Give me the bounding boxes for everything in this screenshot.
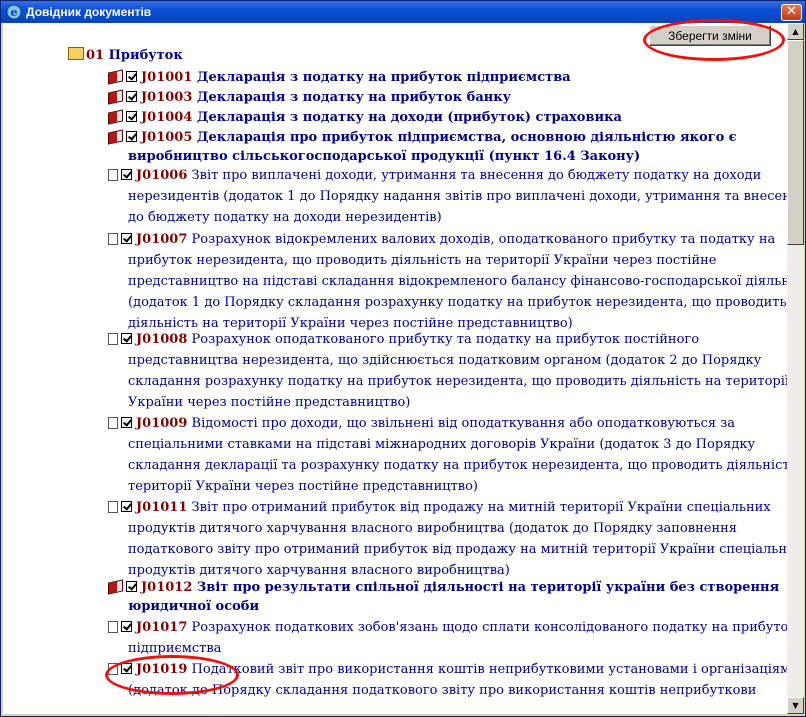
document-title-text: продуктів дитячого харчування власного в… — [128, 521, 737, 536]
document-title-text: Розрахунок відокремлених валових доходів… — [191, 232, 776, 247]
document-title-text: території України через постійне предста… — [128, 479, 478, 494]
document-code: J01017 — [136, 620, 188, 635]
document-title-text: Звіт про результати спільної діяльності … — [196, 580, 780, 595]
document-code: J01009 — [136, 416, 188, 431]
include-checkbox[interactable] — [126, 71, 137, 82]
documents-directory-window: e Довідник документів ✕ 01 Прибуток J010… — [0, 0, 806, 717]
scroll-thumb[interactable] — [787, 40, 804, 245]
book-icon — [108, 578, 123, 595]
svg-text:e: e — [11, 6, 18, 19]
document-title-text: представництво на підставі складання від… — [128, 274, 787, 289]
include-checkbox[interactable] — [121, 417, 132, 428]
close-icon[interactable]: ✕ — [781, 4, 802, 21]
document-code: J01012 — [141, 580, 193, 595]
document-title-text: Розрахунок податкових зобов'язань щодо с… — [191, 620, 787, 635]
document-title-text: (додаток до Порядку складання податковог… — [128, 683, 757, 698]
include-checkbox[interactable] — [121, 621, 132, 632]
include-checkbox[interactable] — [121, 333, 132, 344]
document-title-text: складання розрахунку податку на прибуток… — [128, 374, 787, 389]
document-title-text: Розрахунок оподаткованого прибутку та по… — [191, 332, 700, 347]
document-title-text: представництва нерезидента, що здійснюєт… — [128, 353, 762, 368]
document-code: J01008 — [136, 332, 188, 347]
open-book-icon — [68, 47, 84, 60]
include-checkbox[interactable] — [121, 233, 132, 244]
document-icon — [108, 232, 118, 245]
document-title-text: підприємства — [128, 641, 222, 656]
title-bar[interactable]: e Довідник документів ✕ — [1, 1, 805, 23]
document-icon — [108, 416, 118, 429]
document-icon — [108, 620, 118, 633]
include-checkbox[interactable] — [121, 663, 132, 674]
section-name: Прибуток — [108, 48, 183, 63]
scroll-down-arrow-icon[interactable]: ▼ — [787, 697, 804, 714]
book-icon — [108, 108, 123, 125]
document-title-text: (додаток 1 до Порядку складання розрахун… — [128, 295, 787, 310]
document-icon — [108, 332, 118, 345]
document-title-text: Декларація з податку на прибуток підприє… — [196, 70, 571, 85]
document-icon — [108, 662, 118, 675]
document-icon — [108, 168, 118, 181]
vertical-scrollbar[interactable]: ▲ ▼ — [787, 23, 804, 714]
document-title-text: прибуток нерезидента, що проводить діяль… — [128, 253, 717, 268]
document-code: J01006 — [136, 168, 188, 183]
window-title: Довідник документів — [26, 5, 152, 19]
document-title-text: продуктів дитячого харчування власного в… — [128, 563, 510, 578]
section-header[interactable]: 01 Прибуток — [68, 46, 183, 63]
document-title-text: юридичної особи — [128, 599, 260, 614]
document-title-text: виробництво сільськогосподарської продук… — [128, 149, 641, 164]
document-title-text: діяльність на території України через по… — [128, 316, 573, 331]
document-title-text: Декларація з податку на доходи (прибуток… — [196, 110, 622, 125]
include-checkbox[interactable] — [126, 91, 137, 102]
document-title-text: спеціальними ставками на підставі міжнар… — [128, 437, 756, 452]
document-title-text: Декларація з податку на прибуток банку — [196, 90, 511, 105]
document-title-text: Відомості про доходи, що звільнені від о… — [191, 416, 736, 431]
document-icon — [108, 500, 118, 513]
document-code: J01007 — [136, 232, 188, 247]
include-checkbox[interactable] — [121, 169, 132, 180]
book-icon — [108, 68, 123, 85]
document-code: J01001 — [141, 70, 193, 85]
document-code: J01011 — [136, 500, 188, 515]
include-checkbox[interactable] — [126, 131, 137, 142]
save-changes-button[interactable]: Зберегти зміни — [649, 25, 771, 46]
document-title-text: Звіт про виплачені доходи, утримання та … — [191, 168, 762, 183]
document-title-text: податкового звіту про отриманий прибуток… — [128, 542, 787, 557]
internet-explorer-icon: e — [6, 4, 22, 20]
book-icon — [108, 128, 123, 145]
document-title-text: Звіт про отриманий прибуток від продажу … — [191, 500, 771, 515]
scroll-up-arrow-icon[interactable]: ▲ — [787, 23, 804, 40]
document-title-text: до бюджету податку на доходи нерезиденті… — [128, 210, 442, 225]
include-checkbox[interactable] — [126, 581, 137, 592]
document-code: J01004 — [141, 110, 193, 125]
document-code: J01005 — [141, 130, 193, 145]
document-title-text: нерезидентів (додаток 1 до Порядку надан… — [128, 189, 787, 204]
include-checkbox[interactable] — [126, 111, 137, 122]
document-title-text: Податковий звіт про використання коштів … — [191, 662, 787, 677]
document-code: J01003 — [141, 90, 193, 105]
document-title-text: України через постійне представництво) — [128, 395, 411, 410]
include-checkbox[interactable] — [121, 501, 132, 512]
documents-list-pane: 01 Прибуток J01001 Декларація з податку … — [3, 23, 787, 714]
book-icon — [108, 88, 123, 105]
document-title-text: Декларація про прибуток підприємства, ос… — [196, 130, 737, 145]
document-code: J01019 — [136, 662, 188, 677]
document-title-text: складання декларації та розрахунку подат… — [128, 458, 787, 473]
